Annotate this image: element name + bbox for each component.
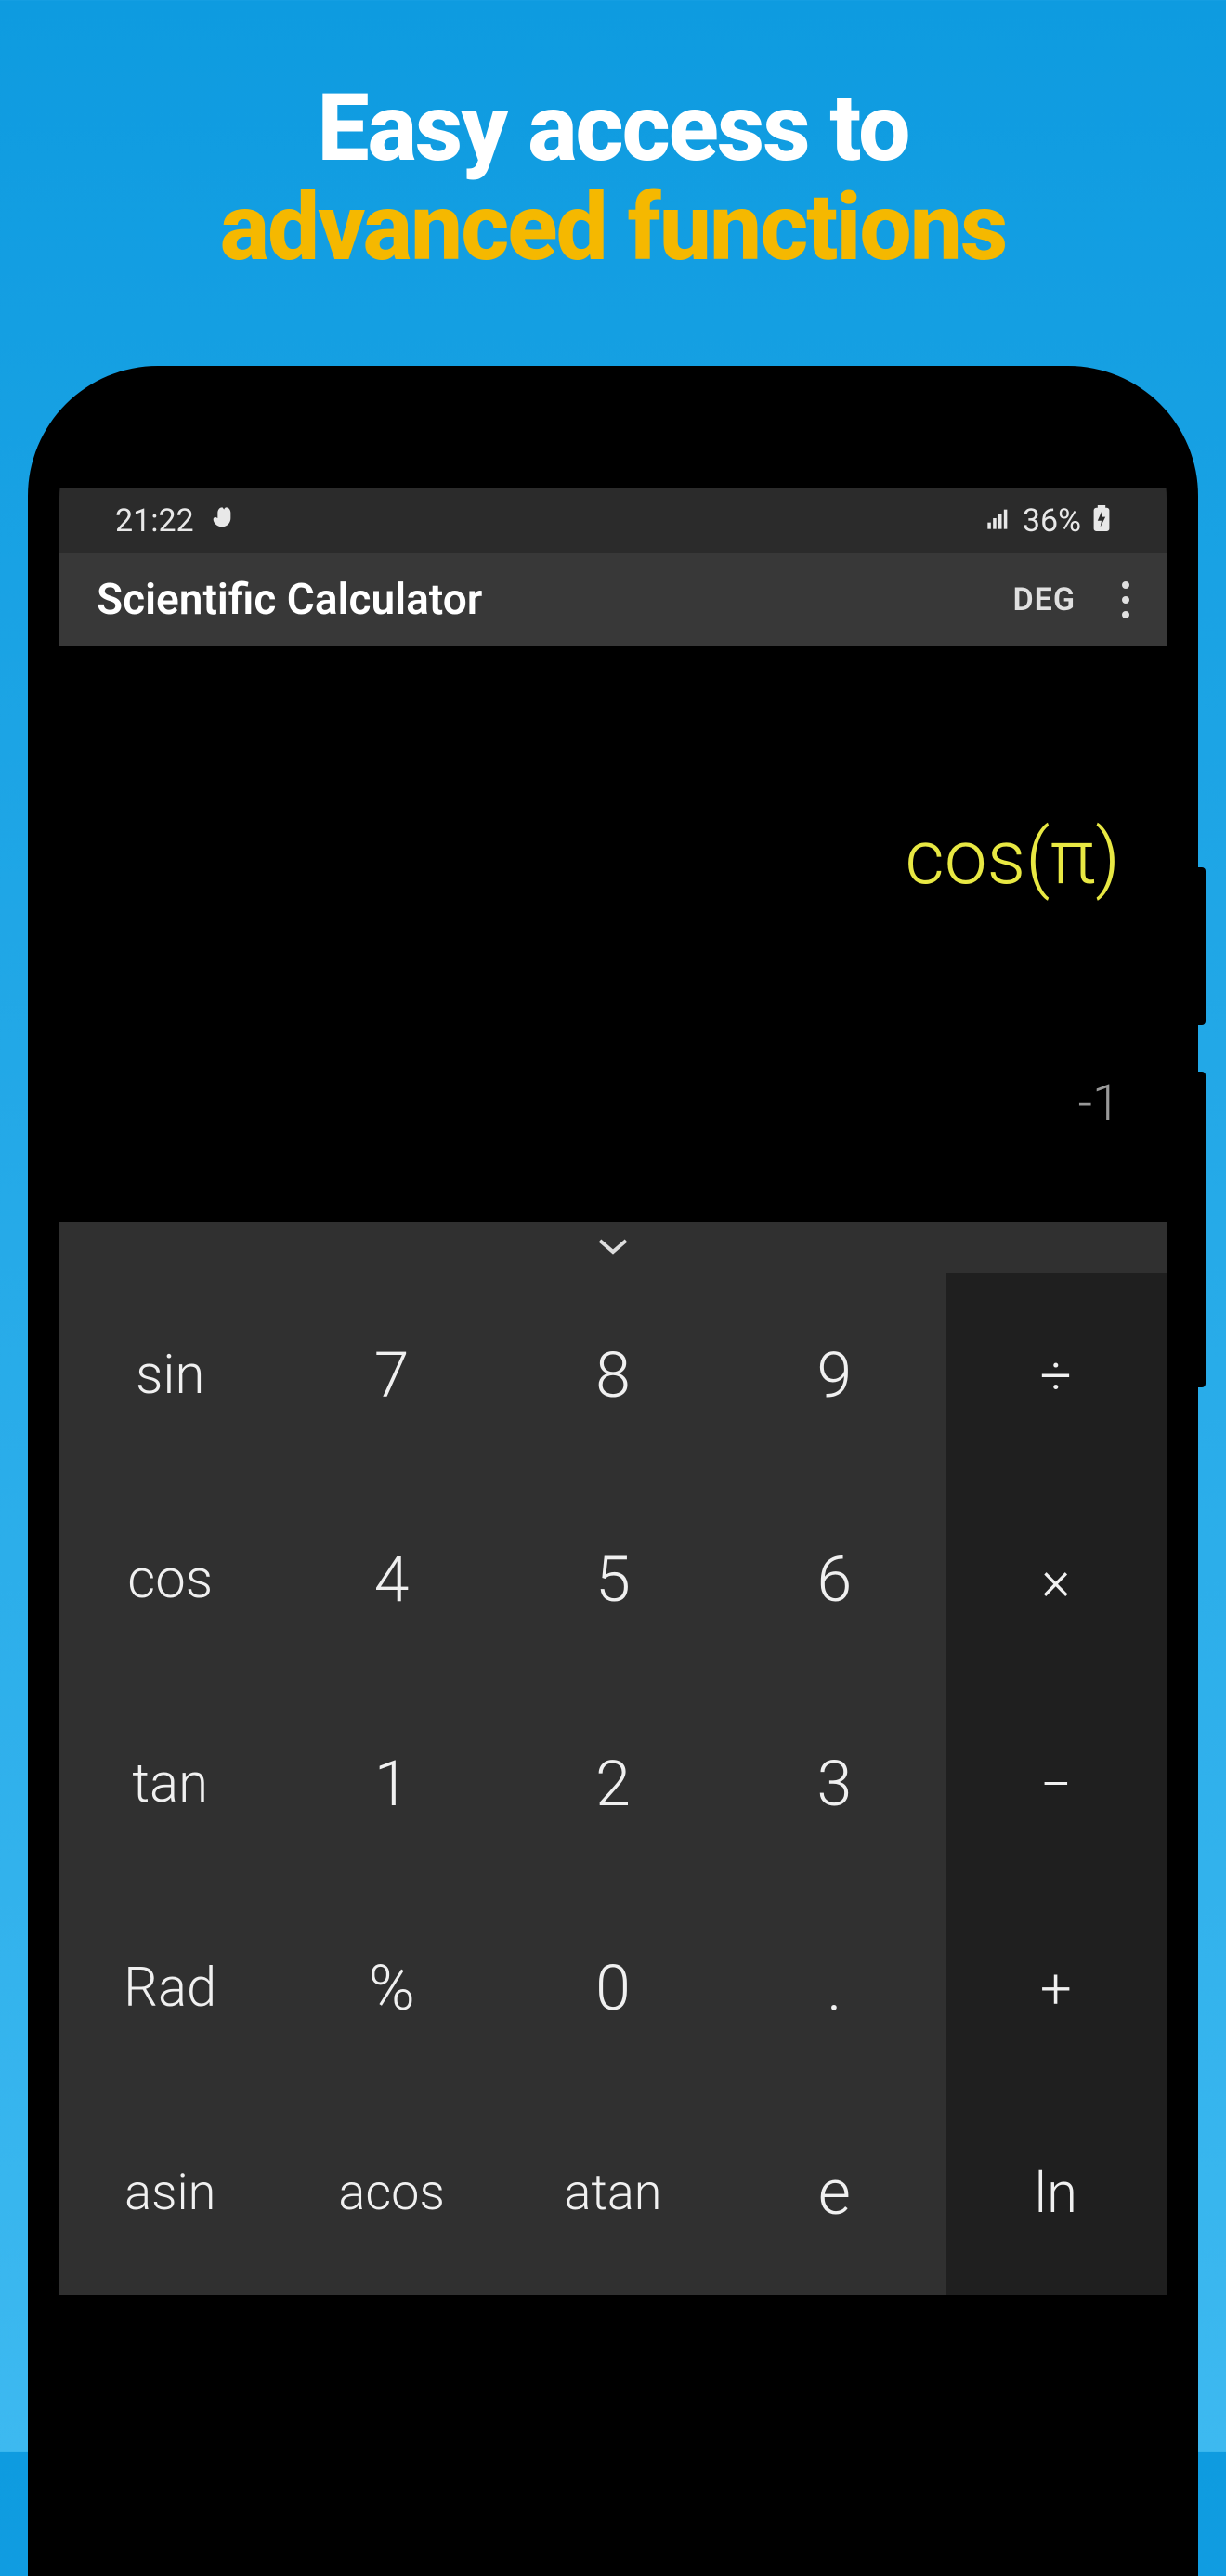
- key-3[interactable]: 3: [724, 1682, 945, 1886]
- key-multiply[interactable]: ×: [946, 1477, 1167, 1682]
- key-9[interactable]: 9: [724, 1273, 945, 1477]
- hero-headline: Easy access to advanced functions: [0, 0, 1226, 282]
- key-6[interactable]: 6: [724, 1477, 945, 1682]
- key-ln[interactable]: ln: [946, 2090, 1167, 2295]
- expression-text: cos(π): [905, 813, 1120, 903]
- key-tan[interactable]: tan: [59, 1682, 280, 1886]
- keypad: sin 7 8 9 ÷ cos 4 5 6 × tan 1 2 3 − Rad …: [59, 1273, 1167, 2295]
- key-e[interactable]: e: [724, 2090, 945, 2295]
- key-8[interactable]: 8: [502, 1273, 724, 1477]
- chevron-down-icon: [594, 1235, 632, 1261]
- key-atan[interactable]: atan: [502, 2090, 724, 2295]
- key-7[interactable]: 7: [280, 1273, 502, 1477]
- signal-icon: [985, 502, 1011, 540]
- key-subtract[interactable]: −: [946, 1682, 1167, 1886]
- key-divide[interactable]: ÷: [946, 1273, 1167, 1477]
- panel-collapse-handle[interactable]: [59, 1222, 1167, 1273]
- status-time: 21:22: [115, 502, 194, 540]
- key-sin[interactable]: sin: [59, 1273, 280, 1477]
- phone-frame: 21:22 36% Scientific Calculator DEG: [28, 366, 1198, 2576]
- key-percent[interactable]: %: [280, 1886, 502, 2090]
- key-0[interactable]: 0: [502, 1886, 724, 2090]
- key-5[interactable]: 5: [502, 1477, 724, 1682]
- hero-line-2: advanced functions: [0, 174, 1226, 282]
- side-button-power: [1198, 867, 1206, 1025]
- hand-icon: [209, 502, 235, 540]
- key-add[interactable]: +: [946, 1886, 1167, 2090]
- key-decimal[interactable]: .: [724, 1886, 945, 2090]
- app-bar: Scientific Calculator DEG: [59, 553, 1167, 646]
- key-1[interactable]: 1: [280, 1682, 502, 1886]
- key-acos[interactable]: acos: [280, 2090, 502, 2295]
- battery-percent: 36%: [1023, 502, 1081, 540]
- key-rad[interactable]: Rad: [59, 1886, 280, 2090]
- result-text: -1: [1078, 1074, 1120, 1133]
- battery-charging-icon: [1092, 502, 1111, 540]
- status-bar: 21:22 36%: [59, 488, 1167, 553]
- key-cos[interactable]: cos: [59, 1477, 280, 1682]
- angle-mode-toggle[interactable]: DEG: [1013, 581, 1076, 618]
- calculator-display[interactable]: cos(π) -1: [59, 646, 1167, 1222]
- hero-line-1: Easy access to: [0, 74, 1226, 183]
- key-2[interactable]: 2: [502, 1682, 724, 1886]
- overflow-menu-icon[interactable]: [1122, 581, 1129, 618]
- key-4[interactable]: 4: [280, 1477, 502, 1682]
- key-asin[interactable]: asin: [59, 2090, 280, 2295]
- app-title: Scientific Calculator: [97, 575, 482, 625]
- side-button-volume: [1198, 1072, 1206, 1387]
- phone-screen: 21:22 36% Scientific Calculator DEG: [59, 396, 1167, 2576]
